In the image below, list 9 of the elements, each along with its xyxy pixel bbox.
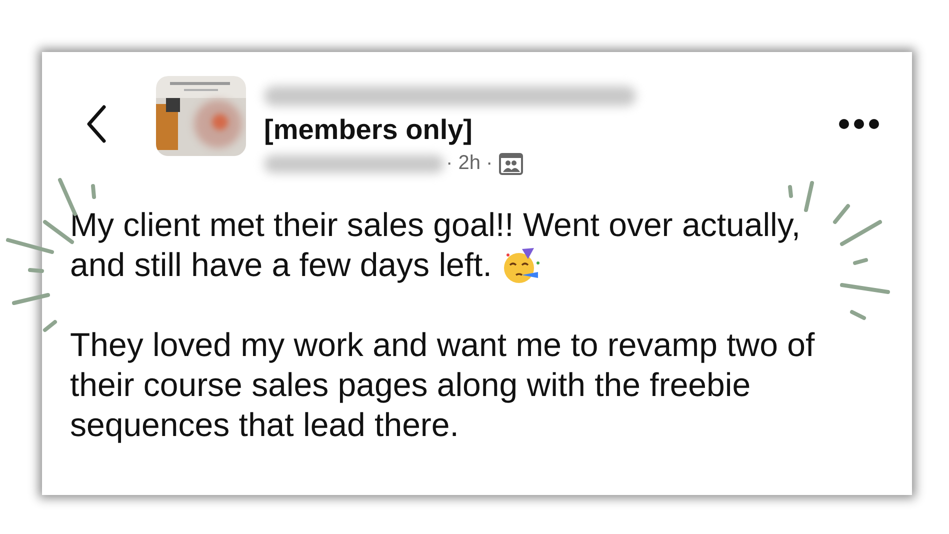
- group-label: [members only]: [264, 113, 474, 147]
- post-text-line: and still have a few days left.: [70, 245, 492, 285]
- more-icon[interactable]: [838, 118, 880, 130]
- post-text-line: They loved my work and want me to revamp two of: [70, 325, 815, 365]
- post-text-line: My client met their sales goal!! Went over actually,: [70, 205, 801, 245]
- post-text-line: their course sales pages along with the freebie: [70, 365, 751, 405]
- post-text-line: sequences that lead there.: [70, 405, 459, 445]
- post-time: · 2h ·: [446, 152, 493, 175]
- group-icon: [498, 152, 523, 174]
